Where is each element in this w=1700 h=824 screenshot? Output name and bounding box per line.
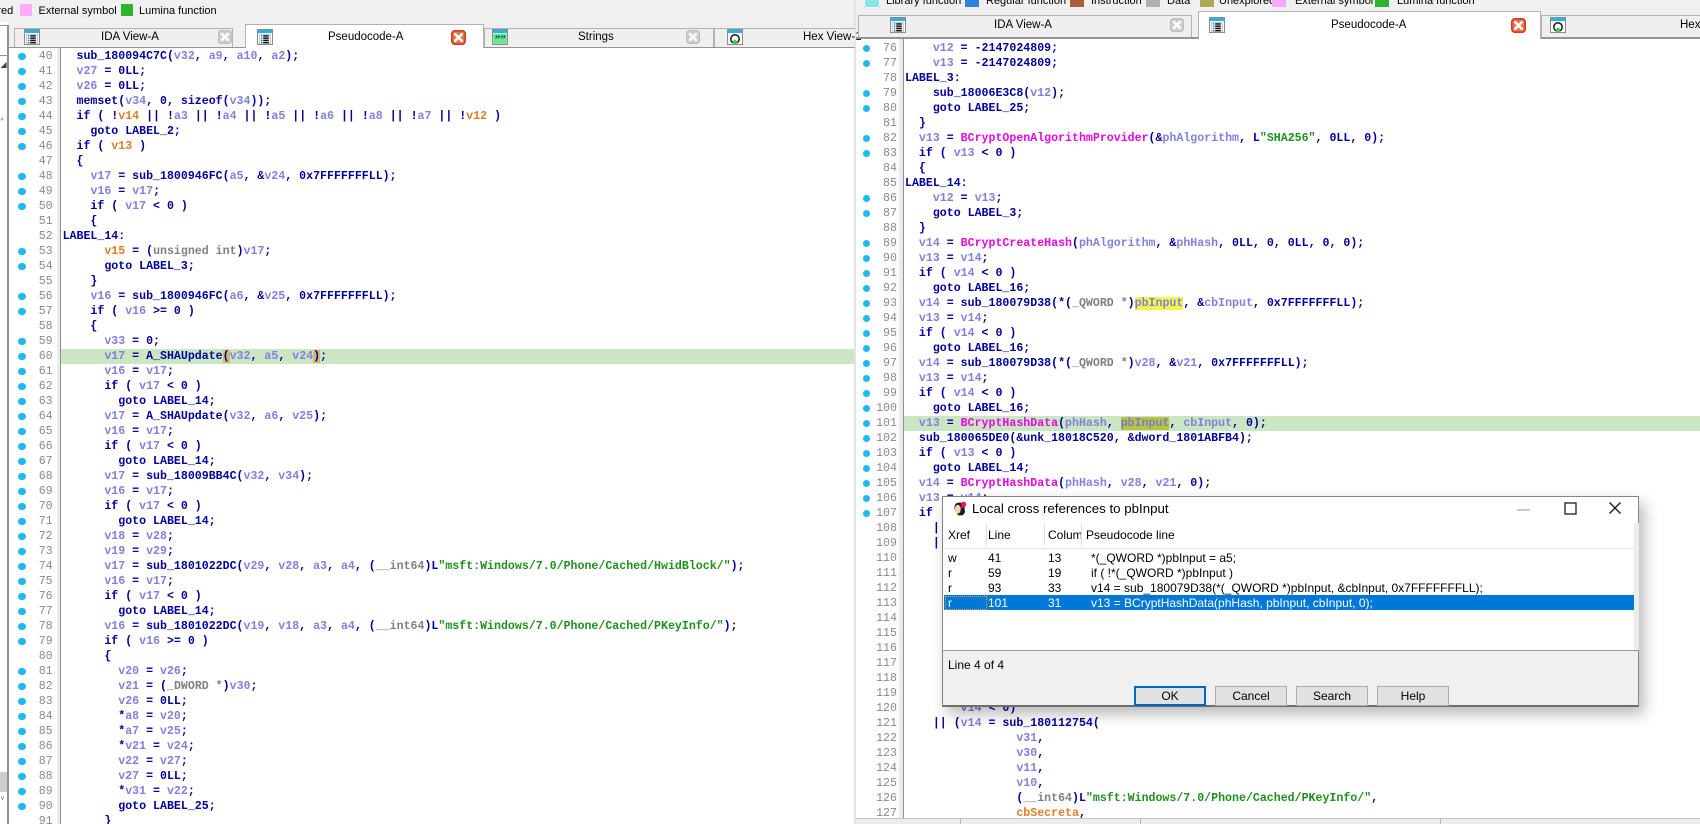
svg-text:””: ”” — [495, 33, 506, 45]
